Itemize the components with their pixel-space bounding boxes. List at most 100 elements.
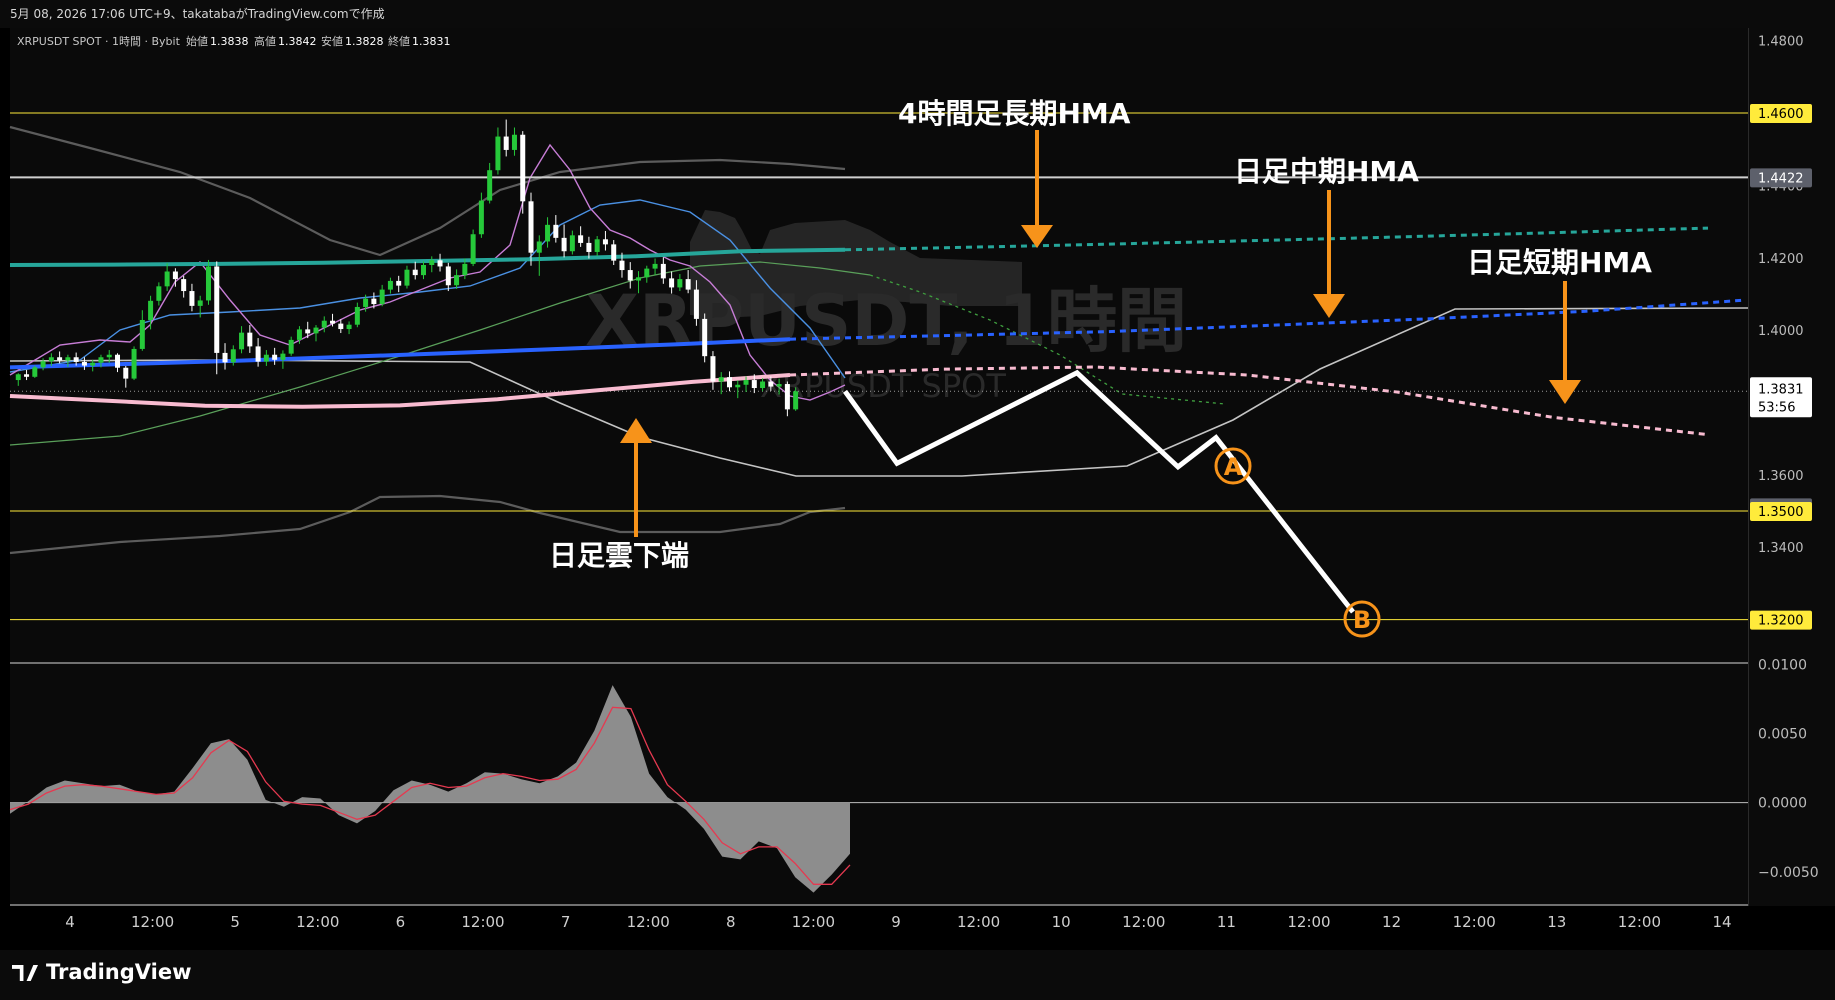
candle-body: [462, 263, 468, 276]
symbol-label: XRPUSDT SPOT · 1時間 · Bybit: [17, 35, 181, 48]
candle-body: [106, 354, 112, 358]
candle-body: [569, 235, 575, 252]
candle-body: [553, 224, 559, 238]
price-tick-label: 1.4200: [1758, 252, 1804, 267]
candle-body: [148, 300, 154, 320]
candle-body: [239, 332, 245, 350]
candle-body: [470, 234, 476, 264]
current-price-tag-value: 1.3831: [1758, 382, 1804, 397]
candle-body: [296, 329, 302, 340]
candle-body: [751, 380, 757, 389]
candle-body: [536, 241, 542, 253]
time-tick-label: 13: [1547, 913, 1566, 931]
time-tick-label: 11: [1217, 913, 1236, 931]
candle-body: [702, 318, 708, 357]
time-tick-label: 12:00: [296, 913, 339, 931]
candle-body: [396, 280, 402, 286]
candle-body: [454, 275, 460, 286]
candle-body: [65, 357, 71, 361]
candle-body: [594, 239, 600, 252]
open-value: 1.3838: [210, 35, 249, 48]
candle-body: [90, 362, 96, 366]
candle-body: [338, 323, 344, 330]
price-tick-label: 1.4000: [1758, 324, 1804, 339]
candle-body: [81, 361, 87, 366]
candle-body: [784, 384, 790, 410]
candle-body: [139, 319, 145, 349]
price-axis-labels: 1.48001.44001.42001.40001.36001.34001.46…: [1750, 35, 1812, 630]
time-tick-label: 12:00: [1287, 913, 1330, 931]
candle-body: [627, 270, 633, 281]
candle-body: [214, 266, 220, 353]
candle-body: [793, 391, 799, 410]
candle-body: [578, 235, 584, 243]
candle-body: [32, 367, 38, 377]
candle-body: [495, 136, 501, 171]
price-tick-label: 1.3400: [1758, 541, 1804, 556]
time-tick-label: 7: [561, 913, 571, 931]
close-value: 1.3831: [412, 35, 451, 48]
candle-body: [131, 348, 137, 379]
time-tick-label: 5: [230, 913, 240, 931]
candle-body: [437, 260, 443, 267]
candle-body: [272, 354, 278, 360]
candle-body: [511, 134, 517, 150]
oscillator-tick-label: −0.0050: [1758, 865, 1819, 881]
time-tick-label: 4: [65, 913, 75, 931]
candle-body: [743, 380, 749, 385]
candle-body: [313, 327, 319, 334]
candle-body: [404, 269, 410, 286]
time-tick-label: 12:00: [792, 913, 835, 931]
candle-body: [48, 357, 54, 362]
candles: [15, 119, 799, 417]
candle-body: [288, 339, 294, 354]
candle-body: [230, 349, 236, 363]
candle-body: [685, 279, 691, 290]
candle-body: [421, 264, 426, 276]
candle-body: [776, 384, 782, 387]
candle-body: [164, 271, 170, 287]
time-tick-label: 14: [1712, 913, 1731, 931]
candle-body: [644, 268, 650, 278]
candle-body: [115, 354, 121, 368]
oscillator-histogram: [10, 685, 850, 893]
forecast-line: [842, 369, 1355, 614]
candle-body: [40, 361, 46, 368]
candle-body: [412, 269, 418, 276]
time-tick-label: 12:00: [461, 913, 504, 931]
candle-body: [305, 329, 311, 334]
candle-body: [545, 224, 551, 242]
price-tick-label: 1.4800: [1758, 35, 1804, 50]
annotation-4h-long-hma: 4時間足長期HMA: [898, 97, 1131, 130]
annotation-daily-cloud-bottom: 日足雲下端: [549, 539, 689, 572]
time-tick-label: 12:00: [1453, 913, 1496, 931]
price-tag-label: 1.4422: [1758, 171, 1804, 186]
candle-body: [57, 357, 63, 361]
candle-body: [156, 286, 162, 301]
high-value: 1.3842: [278, 35, 317, 48]
forecast-path: AB: [842, 369, 1381, 638]
time-tick-label: 10: [1052, 913, 1071, 931]
candle-body: [726, 377, 732, 388]
bollinger-lower: [9, 494, 846, 555]
candle-body: [528, 201, 534, 253]
candle-body: [693, 289, 699, 319]
candle-body: [73, 357, 79, 362]
candle-body: [181, 279, 187, 292]
oscillator-tick-label: 0.0000: [1758, 796, 1807, 812]
candle-body: [710, 356, 716, 382]
time-tick-label: 12:00: [1122, 913, 1165, 931]
candle-body: [520, 134, 526, 202]
time-tick-label: 12:00: [131, 913, 174, 931]
candle-body: [354, 306, 360, 325]
price-tag-label: 1.3500: [1758, 505, 1804, 520]
candle-body: [123, 367, 129, 379]
oscillator-tick-label: 0.0100: [1758, 657, 1807, 673]
candle-body: [652, 263, 658, 269]
candle-body: [255, 346, 261, 362]
time-tick-label: 12: [1382, 913, 1401, 931]
candle-body: [15, 374, 21, 381]
annotation-daily-mid-hma: 日足中期HMA: [1234, 155, 1419, 188]
candle-body: [768, 381, 774, 387]
candle-body: [387, 280, 393, 290]
